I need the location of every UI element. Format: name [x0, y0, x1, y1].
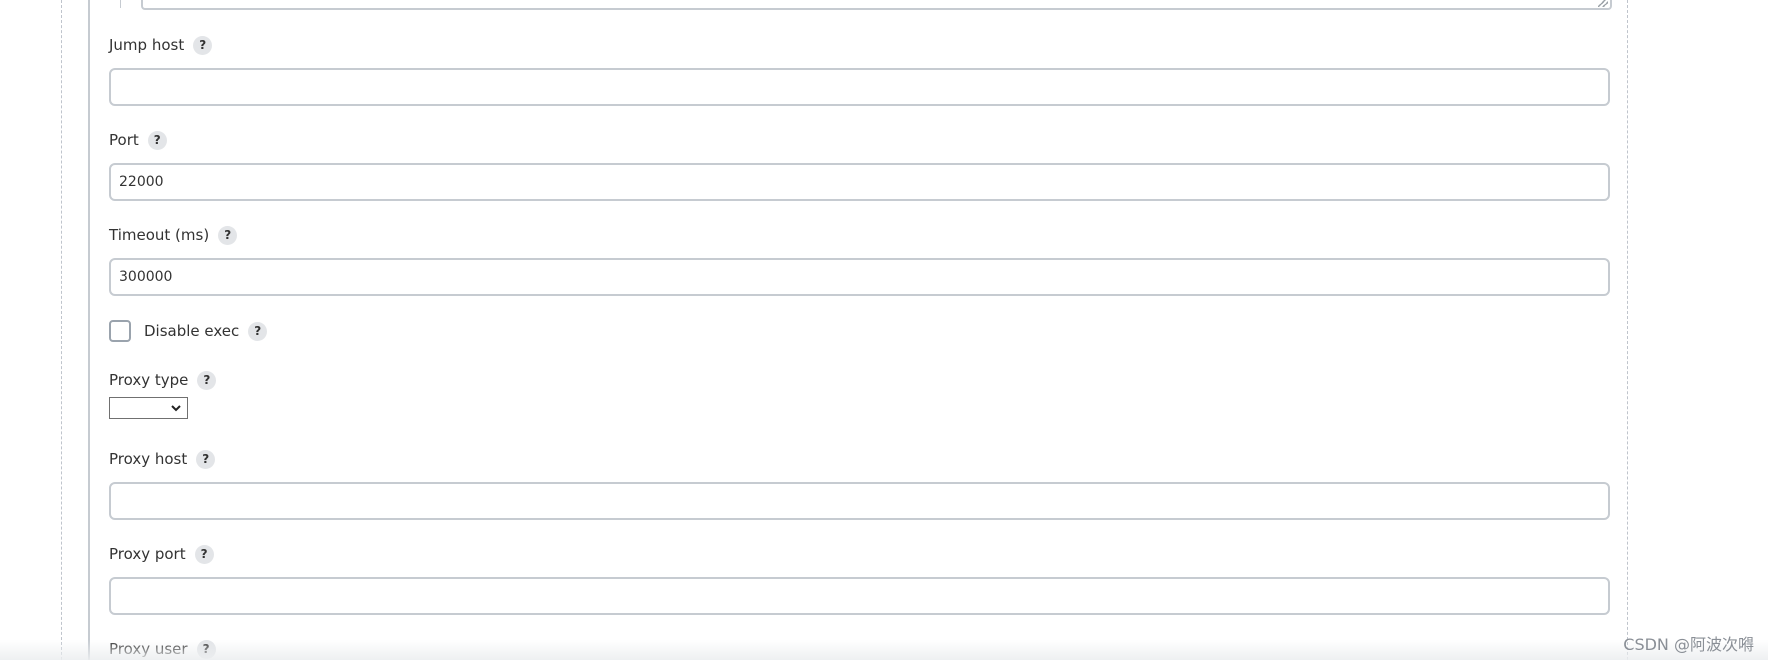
disable-exec-checkbox[interactable] — [109, 320, 131, 342]
proxy-user-field: Proxy user ? — [109, 638, 216, 660]
proxy-port-field: Proxy port ? — [109, 543, 1610, 615]
help-icon[interactable]: ? — [197, 370, 217, 390]
form-page: Jump host ? Port ? Timeout (ms) ? Disabl… — [0, 0, 1768, 660]
disable-exec-label[interactable]: Disable exec — [144, 322, 239, 340]
jump-host-label: Jump host — [109, 36, 185, 54]
disable-exec-row: Disable exec ? — [109, 320, 268, 342]
help-icon[interactable]: ? — [193, 35, 213, 55]
help-icon[interactable]: ? — [147, 130, 167, 150]
proxy-host-label-row: Proxy host ? — [109, 448, 1610, 470]
port-input[interactable] — [109, 163, 1610, 201]
proxy-user-label: Proxy user — [109, 640, 188, 658]
proxy-port-label: Proxy port — [109, 545, 186, 563]
help-icon[interactable]: ? — [196, 449, 216, 469]
disable-exec-field: Disable exec ? — [109, 320, 268, 342]
proxy-port-input[interactable] — [109, 577, 1610, 615]
proxy-type-label-row: Proxy type ? — [109, 369, 217, 391]
jump-host-label-row: Jump host ? — [109, 34, 1610, 56]
port-label: Port — [109, 131, 139, 149]
chevron-down-icon — [171, 400, 181, 416]
timeout-field: Timeout (ms) ? — [109, 224, 1610, 296]
dashed-border-left — [61, 0, 62, 660]
nested-marker — [120, 0, 121, 8]
port-field: Port ? — [109, 129, 1610, 201]
section-border-left — [88, 0, 90, 660]
timeout-label: Timeout (ms) — [109, 226, 210, 244]
help-icon[interactable]: ? — [196, 639, 216, 659]
timeout-input[interactable] — [109, 258, 1610, 296]
proxy-host-field: Proxy host ? — [109, 448, 1610, 520]
port-label-row: Port ? — [109, 129, 1610, 151]
proxy-type-select[interactable] — [109, 397, 188, 419]
proxy-type-label: Proxy type — [109, 371, 189, 389]
proxy-host-label: Proxy host — [109, 450, 188, 468]
proxy-type-field: Proxy type ? — [109, 369, 217, 419]
previous-textarea[interactable] — [141, 0, 1612, 10]
jump-host-field: Jump host ? — [109, 34, 1610, 106]
help-icon[interactable]: ? — [218, 225, 238, 245]
jump-host-input[interactable] — [109, 68, 1610, 106]
proxy-user-label-row: Proxy user ? — [109, 638, 216, 660]
help-icon[interactable]: ? — [194, 544, 214, 564]
resize-grip-icon[interactable] — [1598, 0, 1608, 7]
dashed-border-right — [1627, 0, 1628, 660]
help-icon[interactable]: ? — [248, 321, 268, 341]
timeout-label-row: Timeout (ms) ? — [109, 224, 1610, 246]
proxy-host-input[interactable] — [109, 482, 1610, 520]
watermark: CSDN @阿波次嘚 — [1623, 635, 1754, 654]
proxy-port-label-row: Proxy port ? — [109, 543, 1610, 565]
bottom-fade — [0, 640, 1768, 660]
